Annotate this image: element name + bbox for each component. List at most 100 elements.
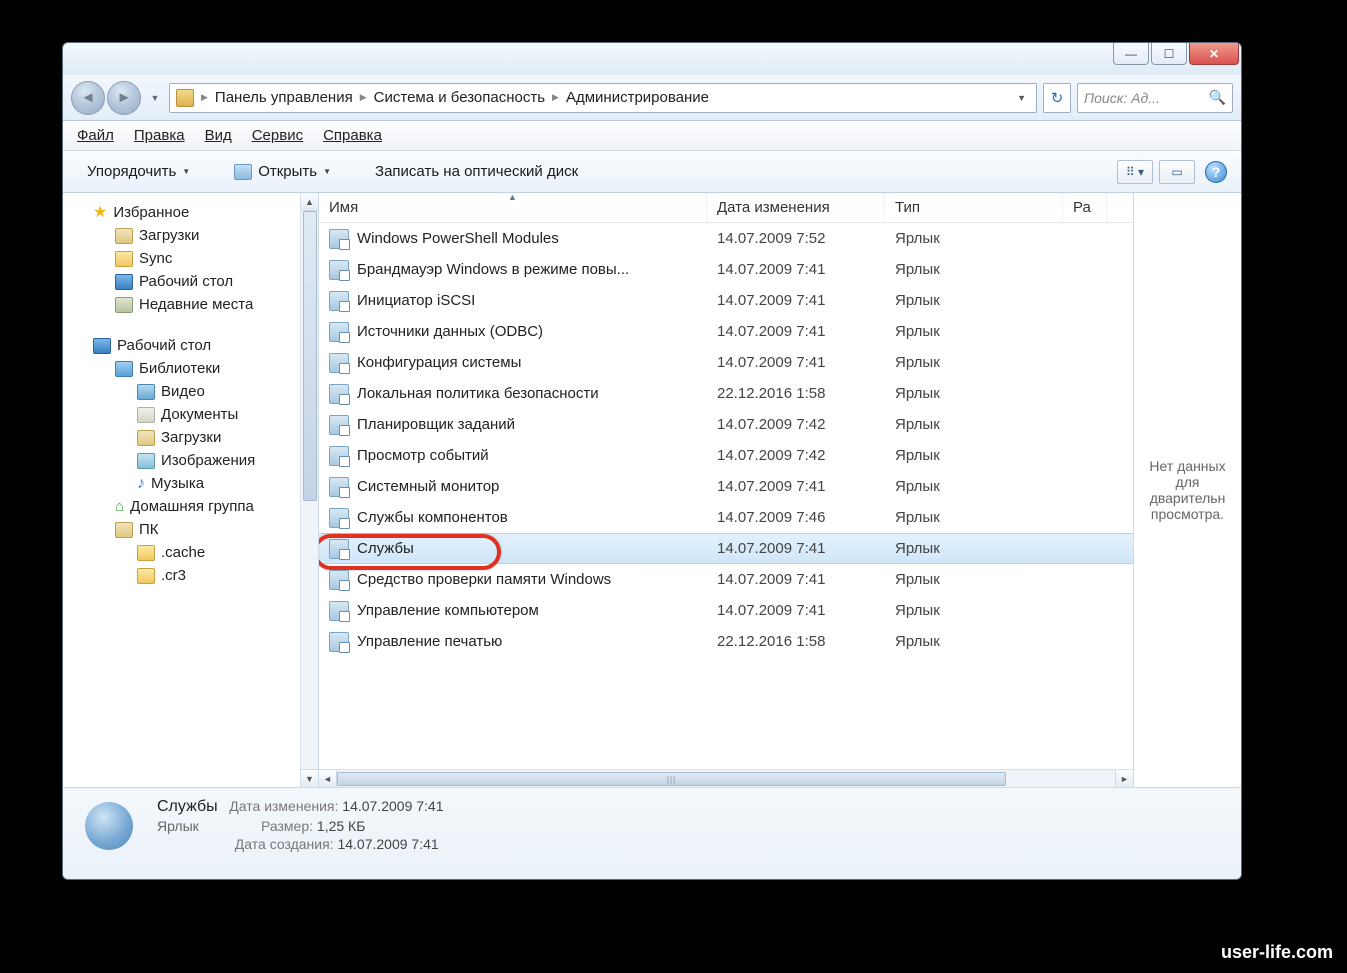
file-name-cell: Управление печатью [319,632,707,652]
preview-pane-button[interactable]: ▭ [1159,160,1195,184]
open-button[interactable]: Открыть ▼ [224,159,341,184]
folder-icon [115,522,133,538]
sidebar-video[interactable]: Видео [137,380,314,403]
sidebar-label: Избранное [113,204,189,221]
file-row[interactable]: Системный монитор14.07.2009 7:41Ярлык [319,471,1133,502]
details-subtitle: Ярлык [157,818,199,834]
column-header-type[interactable]: Тип [885,193,1063,222]
file-name: Windows PowerShell Modules [357,230,559,247]
open-icon [234,164,252,180]
shortcut-icon [329,477,349,497]
sidebar-label: .cache [161,544,205,561]
video-icon [137,384,155,400]
sidebar-music[interactable]: ♪Музыка [137,472,314,495]
sidebar-downloads-lib[interactable]: Загрузки [137,426,314,449]
close-button[interactable]: ✕ [1189,43,1239,65]
file-row[interactable]: Брандмауэр Windows в режиме повы... 14.07… [319,254,1133,285]
sidebar-documents[interactable]: Документы [137,403,314,426]
view-options-button[interactable]: ⠿ ▾ [1117,160,1153,184]
preview-text: Нет данных для дварительн просмотра. [1138,458,1237,522]
star-icon: ★ [93,205,107,221]
file-row[interactable]: Планировщик заданий14.07.2009 7:42Ярлык [319,409,1133,440]
gear-icon [85,802,133,850]
organize-button[interactable]: Упорядочить ▼ [77,159,200,184]
file-name-cell: Брандмауэр Windows в режиме повы... [319,260,707,280]
sidebar-desktop-fav[interactable]: Рабочий стол [115,270,314,293]
address-dropdown[interactable]: ▼ [1013,93,1030,103]
sidebar-cr3[interactable]: .cr3 [137,564,314,587]
nav-forward-button[interactable]: ► [107,81,141,115]
menu-view[interactable]: Вид [205,127,232,144]
sidebar-downloads[interactable]: Загрузки [115,224,314,247]
file-row[interactable]: Инициатор iSCSI14.07.2009 7:41Ярлык [319,285,1133,316]
file-name: Источники данных (ODBC) [357,323,543,340]
menu-edit[interactable]: Правка [134,127,185,144]
sidebar-images[interactable]: Изображения [137,449,314,472]
column-header-name[interactable]: ▲ Имя [319,193,707,222]
maximize-button[interactable]: ☐ [1151,43,1187,65]
horizontal-scrollbar[interactable]: ◄ ||| ► [319,769,1133,787]
file-row[interactable]: Средство проверки памяти Windows14.07.20… [319,564,1133,595]
refresh-button[interactable]: ↻ [1043,83,1071,113]
nav-history-dropdown[interactable]: ▼ [147,81,163,115]
scroll-right-icon[interactable]: ► [1115,770,1133,787]
sidebar-sync[interactable]: Sync [115,247,314,270]
menu-file[interactable]: Файл [77,127,114,144]
column-label: Дата изменения [717,199,830,216]
file-row[interactable]: Источники данных (ODBC)14.07.2009 7:41Яр… [319,316,1133,347]
sidebar-label: Sync [139,250,172,267]
sidebar-pc[interactable]: ПК [115,518,314,541]
file-date: 14.07.2009 7:41 [707,261,885,278]
column-header-date[interactable]: Дата изменения [707,193,885,222]
help-button[interactable]: ? [1205,161,1227,183]
file-row[interactable]: Управление печатью22.12.2016 1:58Ярлык [319,626,1133,657]
scroll-thumb[interactable]: ||| [337,772,1006,786]
file-type: Ярлык [885,354,1063,371]
file-row[interactable]: Конфигурация системы14.07.2009 7:41Ярлык [319,347,1133,378]
file-name-cell: Конфигурация системы [319,353,707,373]
scroll-thumb[interactable] [303,211,317,501]
nav-back-button[interactable]: ◄ [71,81,105,115]
file-row[interactable]: Службы14.07.2009 7:41Ярлык [319,533,1133,564]
scroll-left-icon[interactable]: ◄ [319,770,337,787]
details-title: Службы [157,798,218,815]
breadcrumb[interactable]: ▶ Панель управления ▶ Система и безопасн… [169,83,1037,113]
search-input[interactable]: Поиск: Ад... 🔍 [1077,83,1233,113]
watermark: user-life.com [1221,942,1333,963]
details-date-value: 14.07.2009 7:41 [342,798,443,814]
file-row[interactable]: Локальная политика безопасности22.12.201… [319,378,1133,409]
breadcrumb-seg-1[interactable]: Панель управления [215,89,353,106]
folder-icon [137,568,155,584]
sidebar-libraries[interactable]: Библиотеки [115,357,314,380]
sidebar-scrollbar[interactable]: ▲ ▼ [300,193,318,787]
sidebar-cache[interactable]: .cache [137,541,314,564]
breadcrumb-seg-3[interactable]: Администрирование [566,89,709,106]
sidebar-recent[interactable]: Недавние места [115,293,314,316]
breadcrumb-seg-2[interactable]: Система и безопасность [374,89,545,106]
file-row[interactable]: Службы компонентов14.07.2009 7:46Ярлык [319,502,1133,533]
file-name: Службы [357,540,414,557]
sidebar-favorites[interactable]: ★ Избранное [93,201,314,224]
minimize-button[interactable]: — [1113,43,1149,65]
sidebar-desktop[interactable]: Рабочий стол [93,334,314,357]
burn-button[interactable]: Записать на оптический диск [365,159,588,184]
column-header-size[interactable]: Ра [1063,193,1107,222]
menu-help[interactable]: Справка [323,127,382,144]
explorer-window: — ☐ ✕ ◄ ► ▼ ▶ Панель управления ▶ Систем… [62,42,1242,880]
sidebar-label: ПК [139,521,159,538]
file-date: 14.07.2009 7:42 [707,416,885,433]
folder-icon [115,251,133,267]
file-name: Службы компонентов [357,509,508,526]
sidebar-homegroup[interactable]: ⌂Домашняя группа [115,495,314,518]
file-row[interactable]: Windows PowerShell Modules14.07.2009 7:5… [319,223,1133,254]
sidebar-label: Рабочий стол [117,337,211,354]
desktop-icon [93,338,111,354]
address-bar: ◄ ► ▼ ▶ Панель управления ▶ Система и бе… [63,75,1241,121]
scroll-up-icon[interactable]: ▲ [301,193,318,211]
menu-tools[interactable]: Сервис [252,127,303,144]
scroll-down-icon[interactable]: ▼ [301,769,318,787]
file-row[interactable]: Управление компьютером14.07.2009 7:41Ярл… [319,595,1133,626]
content-area: ▲ Имя Дата изменения Тип Ра Windows Powe… [319,193,1241,787]
file-name: Брандмауэр Windows в режиме повы... [357,261,629,278]
file-row[interactable]: Просмотр событий14.07.2009 7:42Ярлык [319,440,1133,471]
